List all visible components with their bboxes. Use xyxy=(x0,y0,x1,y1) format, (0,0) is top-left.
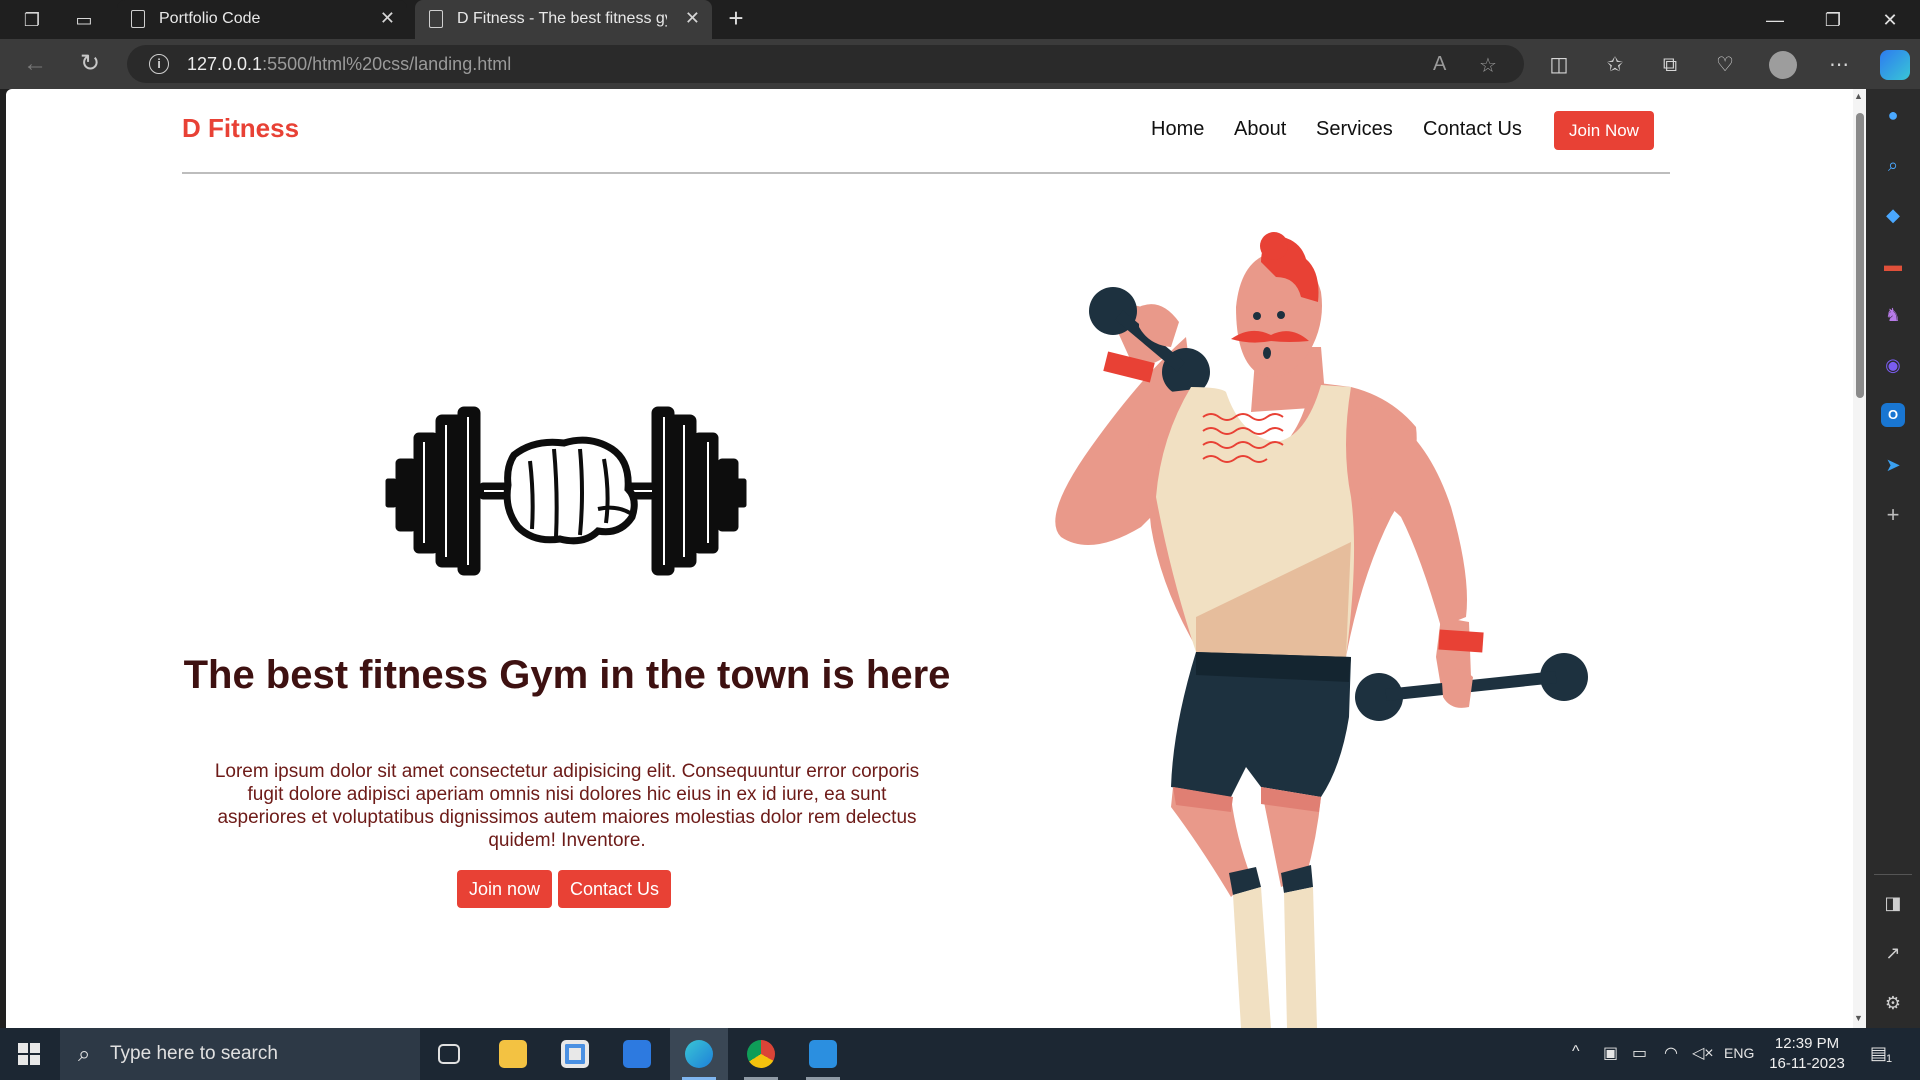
nav-contact[interactable]: Contact Us xyxy=(1423,118,1522,141)
favorites-icon[interactable]: ✩ xyxy=(1600,50,1630,80)
sidebar-divider xyxy=(1874,874,1912,875)
volume-muted-icon[interactable]: ◁× xyxy=(1692,1043,1714,1063)
chrome-app[interactable] xyxy=(732,1028,790,1080)
profile-avatar[interactable] xyxy=(1769,51,1797,79)
games-icon[interactable]: ♞ xyxy=(1881,303,1905,327)
notifications-icon[interactable]: ▤ xyxy=(1870,1043,1887,1064)
browser-tab-strip: ❐ ▭ Portfolio Code ✕ D Fitness - The bes… xyxy=(0,0,1920,39)
edge-app[interactable] xyxy=(670,1028,728,1080)
tab-actions-icon[interactable]: ▭ xyxy=(69,7,99,33)
language-indicator[interactable]: ENG xyxy=(1724,1045,1754,1061)
contact-us-hero-button[interactable]: Contact Us xyxy=(558,870,671,908)
system-clock[interactable]: 12:39 PM 16-11-2023 xyxy=(1762,1034,1852,1074)
close-window-button[interactable]: ✕ xyxy=(1867,6,1913,34)
page-viewport: D Fitness Home About Services Contact Us… xyxy=(6,89,1866,1028)
wifi-icon[interactable]: ◠ xyxy=(1664,1043,1678,1063)
hide-sidebar-icon[interactable]: ◨ xyxy=(1881,891,1905,915)
scroll-down-icon[interactable]: ▼ xyxy=(1854,1013,1863,1023)
search-icon: ⌕ xyxy=(78,1041,91,1066)
address-bar[interactable]: i 127.0.0.1:5500/html%20css/landing.html… xyxy=(127,45,1524,83)
join-now-button[interactable]: Join Now xyxy=(1554,111,1654,150)
search-icon[interactable]: ⌕ xyxy=(1881,153,1905,177)
hero-description: Lorem ipsum dolor sit amet consectetur a… xyxy=(214,761,920,851)
open-external-icon[interactable]: ↗ xyxy=(1881,941,1905,965)
settings-more-icon[interactable]: ⋯ xyxy=(1824,50,1854,80)
browser-toolbar: ← ↻ i 127.0.0.1:5500/html%20css/landing.… xyxy=(0,39,1920,89)
mail-app[interactable] xyxy=(608,1028,666,1080)
join-now-hero-button[interactable]: Join now xyxy=(457,870,552,908)
add-sidebar-app-icon[interactable]: + xyxy=(1881,503,1905,527)
nav-home[interactable]: Home xyxy=(1151,118,1204,141)
header-divider xyxy=(182,172,1670,174)
browser-essentials-icon[interactable]: ♡ xyxy=(1710,50,1740,80)
split-screen-icon[interactable]: ◫ xyxy=(1544,50,1574,80)
dumbbell-fist-illustration xyxy=(385,406,747,576)
close-tab-icon[interactable]: ✕ xyxy=(380,8,395,29)
tab-title: Portfolio Code xyxy=(159,10,261,27)
tab-title: D Fitness - The best fitness gym in the … xyxy=(457,10,667,27)
url-text: 127.0.0.1:5500/html%20css/landing.html xyxy=(187,54,512,74)
edge-sidebar: ● ⌕ ◆ ▬ ♞ ◉ O ➤ + ◨ ↗ ⚙ xyxy=(1866,89,1920,1028)
close-tab-icon[interactable]: ✕ xyxy=(685,8,700,29)
sidebar-settings-icon[interactable]: ⚙ xyxy=(1881,991,1905,1015)
task-view-button[interactable] xyxy=(420,1028,478,1080)
new-tab-button[interactable]: + xyxy=(722,5,750,33)
muscular-man-illustration xyxy=(1055,232,1588,1028)
search-placeholder: Type here to search xyxy=(110,1043,278,1064)
battery-icon[interactable]: ▭ xyxy=(1632,1043,1647,1063)
page-icon xyxy=(429,10,443,28)
back-button[interactable]: ← xyxy=(19,49,51,79)
minimize-button[interactable]: — xyxy=(1752,6,1798,34)
file-explorer-app[interactable] xyxy=(484,1028,542,1080)
clock-time: 12:39 PM xyxy=(1774,1035,1840,1052)
tab-d-fitness[interactable]: D Fitness - The best fitness gym in the … xyxy=(415,0,712,39)
copilot-icon[interactable] xyxy=(1880,50,1910,80)
windows-start-icon[interactable] xyxy=(18,1043,40,1065)
page-scrollbar[interactable]: ▲ ▼ xyxy=(1853,89,1866,1028)
show-hidden-icons-icon[interactable]: ^ xyxy=(1572,1043,1580,1061)
refresh-button[interactable]: ↻ xyxy=(74,49,106,79)
notification-count: 1 xyxy=(1886,1053,1893,1065)
vscode-app[interactable] xyxy=(794,1028,852,1080)
page-icon xyxy=(131,10,145,28)
nav-services[interactable]: Services xyxy=(1316,118,1393,141)
microsoft-store-app[interactable] xyxy=(546,1028,604,1080)
scrollbar-thumb[interactable] xyxy=(1856,113,1864,398)
microsoft365-icon[interactable]: ◉ xyxy=(1881,353,1905,377)
nav-about[interactable]: About xyxy=(1234,118,1286,141)
collections-icon[interactable]: ⧉ xyxy=(1655,50,1685,80)
taskbar-search[interactable]: ⌕ Type here to search xyxy=(60,1028,420,1080)
notification-bell-icon[interactable]: ● xyxy=(1881,103,1905,127)
workspaces-icon[interactable]: ❐ xyxy=(17,7,47,33)
outlook-icon[interactable]: O xyxy=(1881,403,1905,427)
scroll-up-icon[interactable]: ▲ xyxy=(1854,91,1863,101)
favorite-star-icon[interactable]: ☆ xyxy=(1479,53,1497,78)
tab-portfolio-code[interactable]: Portfolio Code ✕ xyxy=(117,0,407,39)
clock-date: 16-11-2023 xyxy=(1769,1055,1845,1072)
read-aloud-icon[interactable]: A xyxy=(1433,53,1446,76)
tools-icon[interactable]: ▬ xyxy=(1881,253,1905,277)
site-logo[interactable]: D Fitness xyxy=(182,113,299,144)
drop-icon[interactable]: ➤ xyxy=(1881,453,1905,477)
windows-taskbar: ⌕ Type here to search ^ ▣ ▭ ◠ ◁× ENG 12:… xyxy=(0,1028,1920,1080)
restore-button[interactable]: ❐ xyxy=(1810,6,1856,34)
site-info-icon[interactable]: i xyxy=(149,54,169,74)
hero-title: The best fitness Gym in the town is here xyxy=(183,653,951,697)
shopping-tag-icon[interactable]: ◆ xyxy=(1881,203,1905,227)
meet-now-icon[interactable]: ▣ xyxy=(1603,1043,1618,1063)
